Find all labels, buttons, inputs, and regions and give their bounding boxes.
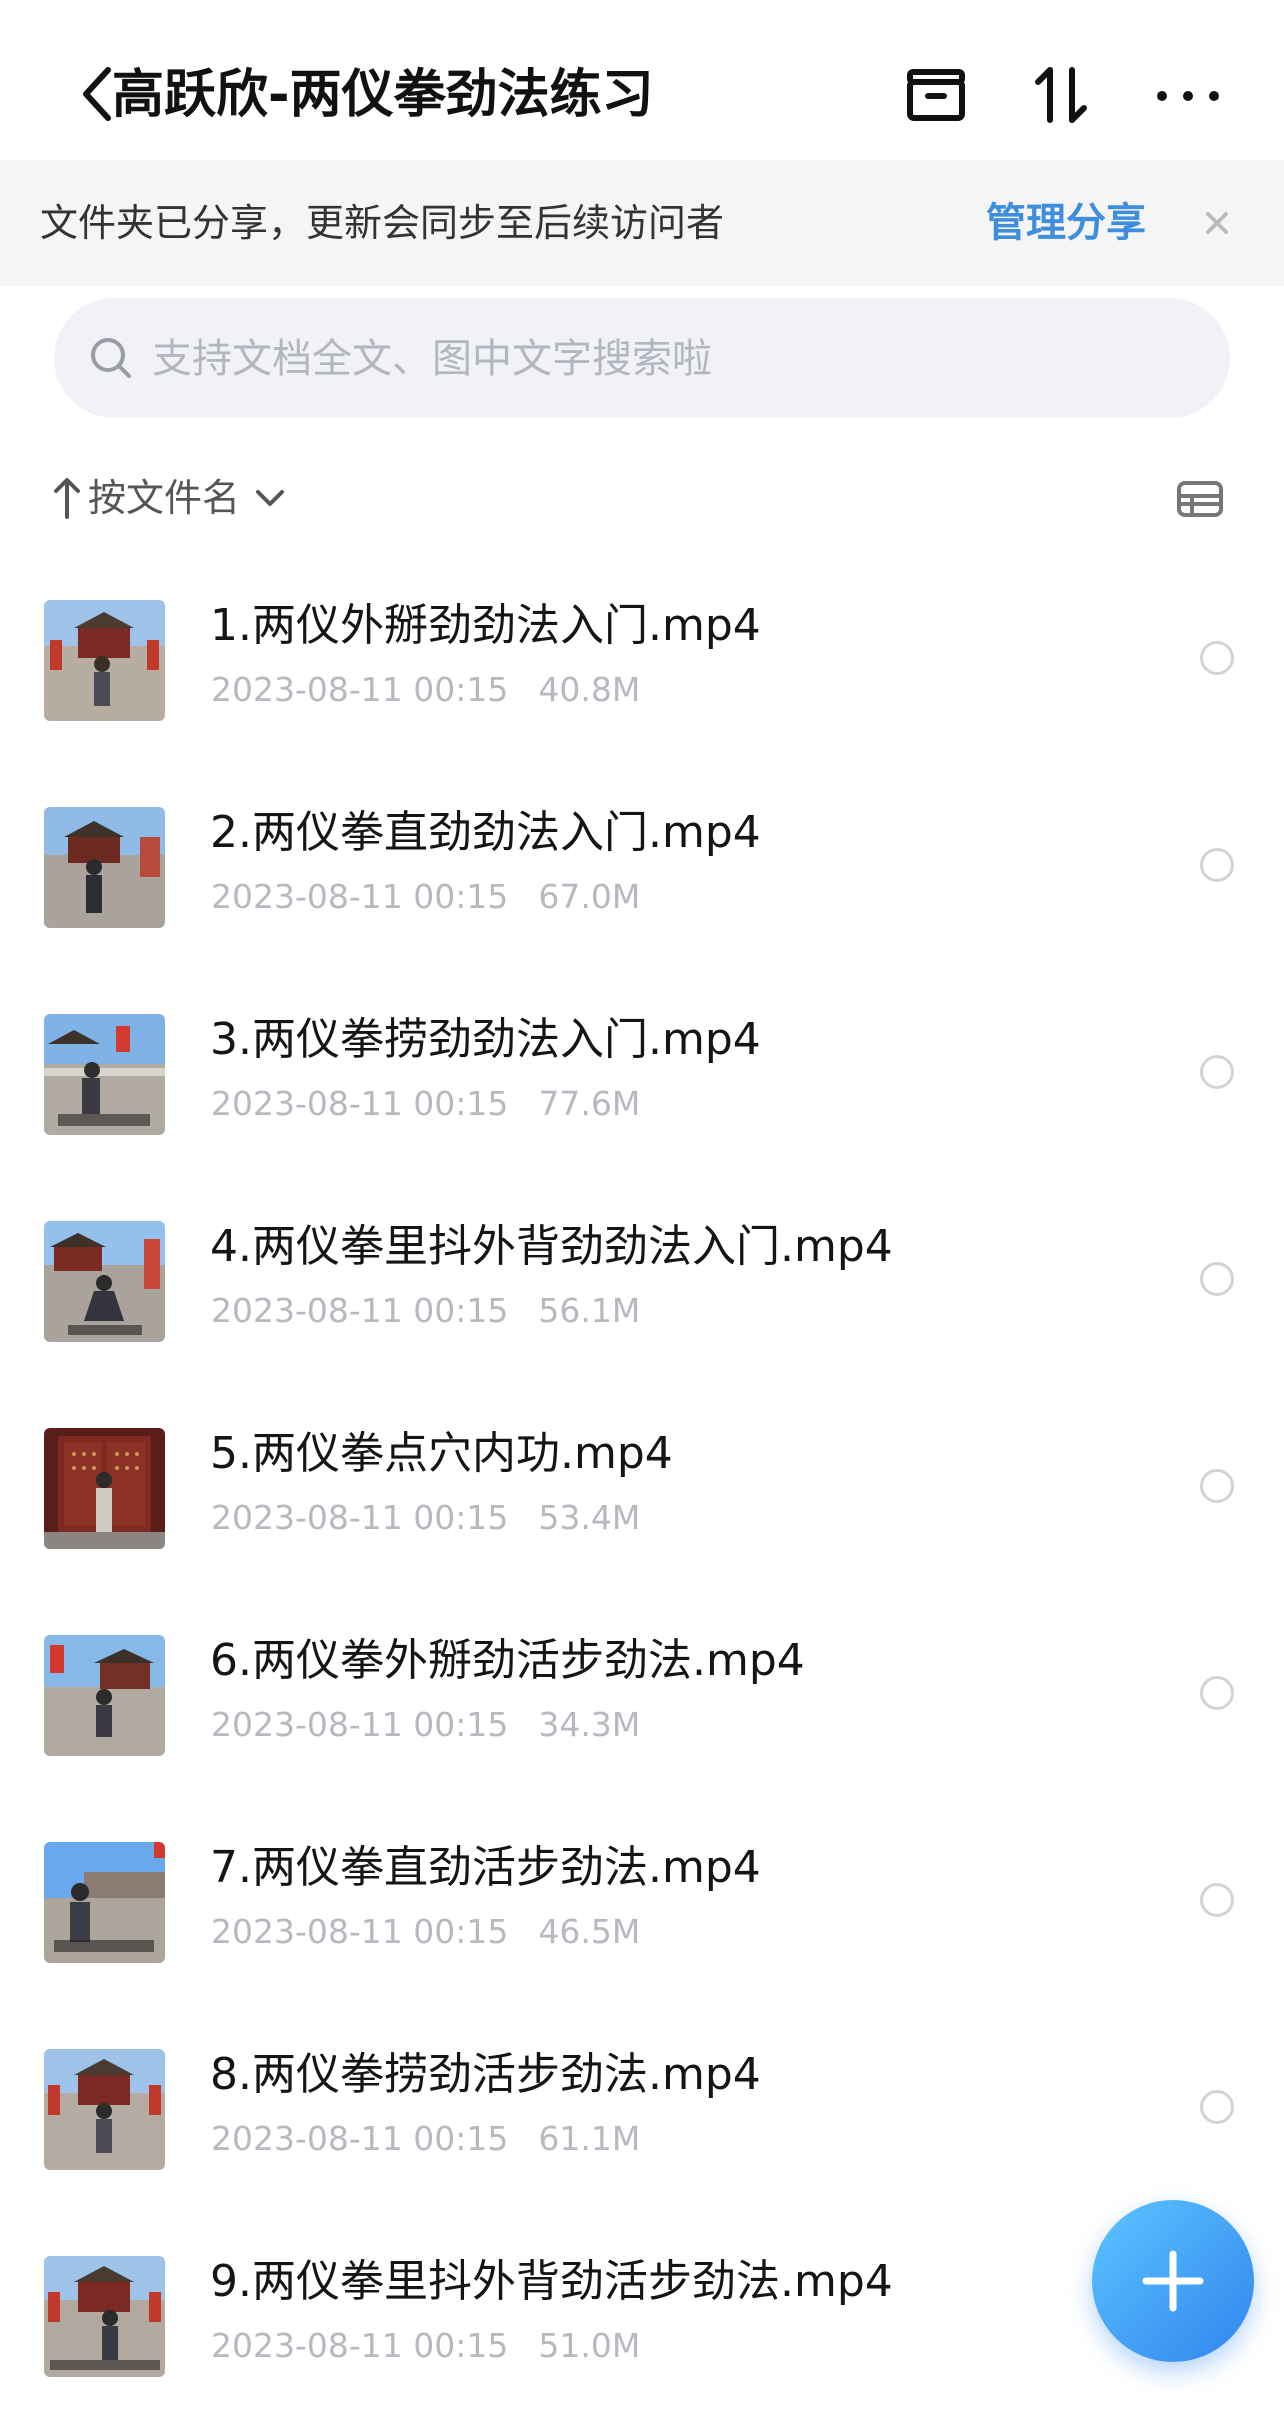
file-meta: 2023-08-11 00:15 61.1M: [211, 2117, 640, 2161]
file-date: 2023-08-11 00:15: [211, 1705, 509, 1744]
file-date: 2023-08-11 00:15: [211, 2326, 509, 2365]
plus-icon: [1142, 2250, 1204, 2312]
video-thumbnail: [44, 2256, 165, 2377]
file-size: 77.6M: [538, 1084, 641, 1123]
video-thumbnail: [44, 2049, 165, 2170]
sort-by-filename-dropdown[interactable]: 按文件名: [50, 468, 288, 528]
file-list-item[interactable]: 7.两仪拳直劲活步劲法.mp4 2023-08-11 00:15 46.5M: [0, 1802, 1284, 2009]
file-meta: 2023-08-11 00:15 40.8M: [211, 668, 640, 712]
video-thumbnail: [44, 807, 165, 928]
select-radio[interactable]: [1200, 848, 1234, 882]
file-date: 2023-08-11 00:15: [211, 877, 509, 916]
sort-ascending-arrow-icon: [54, 478, 80, 519]
file-list-item[interactable]: 6.两仪拳外掰劲活步劲法.mp4 2023-08-11 00:15 34.3M: [0, 1595, 1284, 1802]
file-list-item[interactable]: 8.两仪拳捞劲活步劲法.mp4 2023-08-11 00:15 61.1M: [0, 2009, 1284, 2216]
add-button[interactable]: [1092, 2200, 1254, 2362]
file-list-item[interactable]: 1.两仪外掰劲劲法入门.mp4 2023-08-11 00:15 40.8M: [0, 560, 1284, 767]
select-radio[interactable]: [1200, 641, 1234, 675]
file-list-item[interactable]: 5.两仪拳点穴内功.mp4 2023-08-11 00:15 53.4M: [0, 1388, 1284, 1595]
file-name: 4.两仪拳里抖外背劲劲法入门.mp4: [210, 1221, 893, 1272]
file-list: 1.两仪外掰劲劲法入门.mp4 2023-08-11 00:15 40.8M 2.…: [0, 560, 1284, 2423]
select-radio[interactable]: [1200, 1262, 1234, 1296]
file-date: 2023-08-11 00:15: [211, 1291, 509, 1330]
more-dots-icon[interactable]: [1152, 58, 1224, 130]
file-meta: 2023-08-11 00:15 53.4M: [211, 1496, 640, 1540]
file-size: 34.3M: [538, 1705, 641, 1744]
select-radio[interactable]: [1200, 1676, 1234, 1710]
file-meta: 2023-08-11 00:15 51.0M: [211, 2324, 640, 2368]
file-name: 1.两仪外掰劲劲法入门.mp4: [210, 600, 761, 651]
video-thumbnail: [44, 1221, 165, 1342]
share-notice-text: 文件夹已分享，更新会同步至后续访问者: [40, 201, 725, 245]
sort-label: 按文件名: [88, 476, 241, 520]
file-size: 46.5M: [538, 1912, 641, 1951]
file-size: 53.4M: [538, 1498, 641, 1537]
video-thumbnail: [44, 1014, 165, 1135]
chevron-down-icon: [256, 490, 285, 506]
file-date: 2023-08-11 00:15: [211, 670, 509, 709]
file-date: 2023-08-11 00:15: [211, 1912, 509, 1951]
file-size: 61.1M: [538, 2119, 641, 2158]
select-radio[interactable]: [1200, 2090, 1234, 2124]
file-list-item[interactable]: 4.两仪拳里抖外背劲劲法入门.mp4 2023-08-11 00:15 56.1M: [0, 1181, 1284, 1388]
file-meta: 2023-08-11 00:15 46.5M: [211, 1910, 640, 1954]
search-input[interactable]: [150, 318, 1194, 400]
file-name: 3.两仪拳捞劲劲法入门.mp4: [210, 1014, 761, 1065]
share-notice-banner: 文件夹已分享，更新会同步至后续访问者 管理分享: [0, 160, 1284, 286]
file-name: 7.两仪拳直劲活步劲法.mp4: [210, 1842, 761, 1893]
file-date: 2023-08-11 00:15: [211, 1498, 509, 1537]
list-view-icon[interactable]: [1176, 478, 1224, 520]
archive-box-icon[interactable]: [900, 58, 972, 130]
file-name: 8.两仪拳捞劲活步劲法.mp4: [210, 2049, 761, 2100]
file-meta: 2023-08-11 00:15 56.1M: [211, 1289, 640, 1333]
file-date: 2023-08-11 00:15: [211, 1084, 509, 1123]
file-size: 56.1M: [538, 1291, 641, 1330]
select-radio[interactable]: [1200, 1055, 1234, 1089]
file-list-item[interactable]: 2.两仪拳直劲劲法入门.mp4 2023-08-11 00:15 67.0M: [0, 767, 1284, 974]
file-size: 51.0M: [538, 2326, 641, 2365]
video-thumbnail: [44, 1635, 165, 1756]
search-icon: [91, 338, 131, 378]
file-size: 40.8M: [538, 670, 641, 709]
page-title: 高跃欣-两仪拳劲法练习: [112, 65, 654, 125]
manage-share-link[interactable]: 管理分享: [986, 160, 1146, 286]
search-bar[interactable]: [54, 298, 1230, 418]
close-icon[interactable]: [1198, 204, 1236, 242]
file-name: 6.两仪拳外掰劲活步劲法.mp4: [210, 1635, 805, 1686]
select-radio[interactable]: [1200, 1883, 1234, 1917]
video-thumbnail: [44, 600, 165, 721]
file-meta: 2023-08-11 00:15 77.6M: [211, 1082, 640, 1126]
video-thumbnail: [44, 1842, 165, 1963]
file-name: 9.两仪拳里抖外背劲活步劲法.mp4: [210, 2256, 893, 2307]
select-radio[interactable]: [1200, 1469, 1234, 1503]
file-date: 2023-08-11 00:15: [211, 2119, 509, 2158]
app-header: 高跃欣-两仪拳劲法练习: [0, 0, 1284, 160]
file-name: 5.两仪拳点穴内功.mp4: [210, 1428, 673, 1479]
file-meta: 2023-08-11 00:15 67.0M: [211, 875, 640, 919]
file-size: 67.0M: [538, 877, 641, 916]
file-list-item[interactable]: 3.两仪拳捞劲劲法入门.mp4 2023-08-11 00:15 77.6M: [0, 974, 1284, 1181]
file-meta: 2023-08-11 00:15 34.3M: [211, 1703, 640, 1747]
sort-arrows-icon[interactable]: [1026, 58, 1098, 130]
file-name: 2.两仪拳直劲劲法入门.mp4: [210, 807, 761, 858]
file-list-item[interactable]: 9.两仪拳里抖外背劲活步劲法.mp4 2023-08-11 00:15 51.0M: [0, 2216, 1284, 2423]
video-thumbnail: [44, 1428, 165, 1549]
